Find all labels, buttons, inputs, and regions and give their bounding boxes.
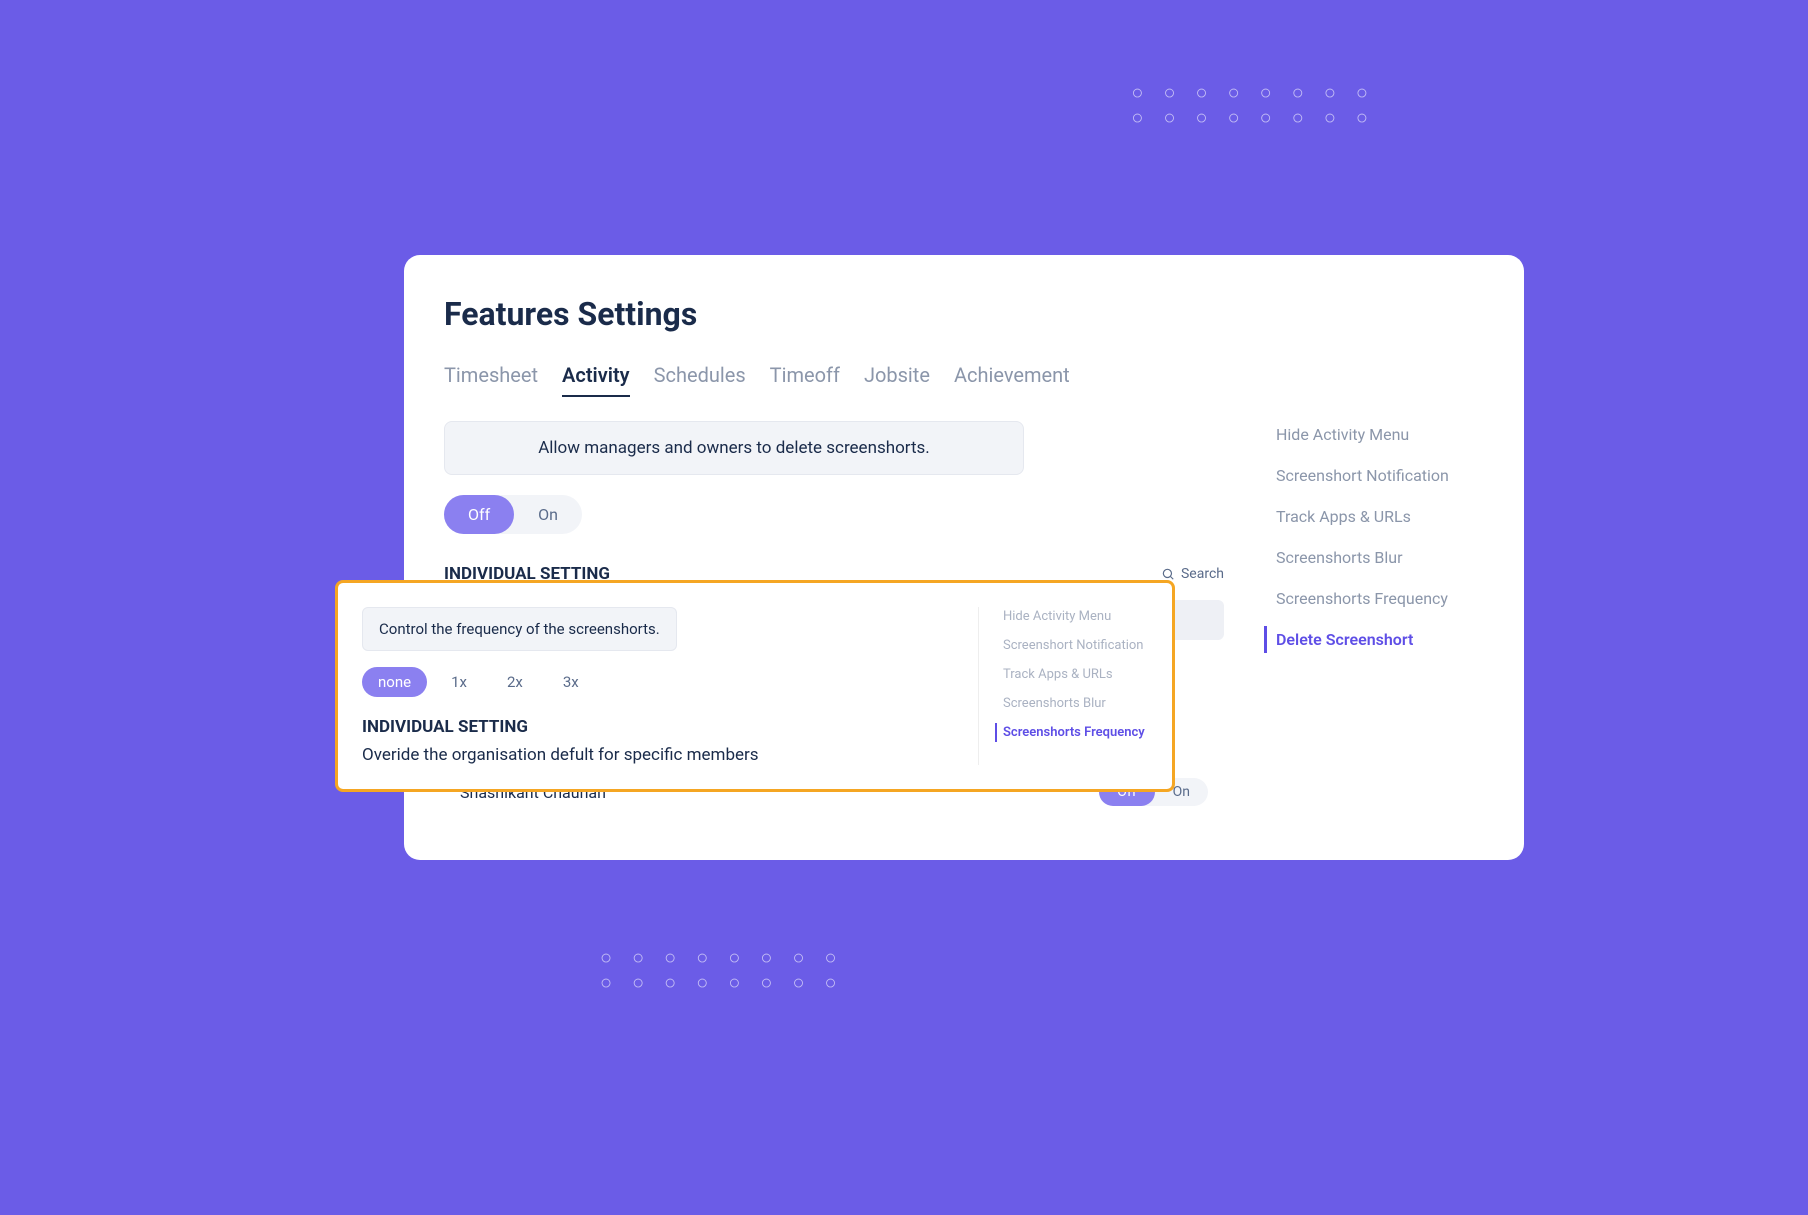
search-label: Search (1181, 566, 1224, 582)
overlay-sidebar-hide-activity[interactable]: Hide Activity Menu (995, 607, 1148, 626)
page-title: Features Settings (444, 295, 1484, 333)
overlay-description: Overide the organisation defult for spec… (362, 745, 946, 765)
frequency-overlay-card: Control the frequency of the screenshort… (335, 580, 1175, 792)
freq-1x-button[interactable]: 1x (435, 667, 483, 697)
sidebar-item-delete-screenshot[interactable]: Delete Screenshort (1264, 626, 1484, 653)
sidebar-item-hide-activity[interactable]: Hide Activity Menu (1264, 421, 1484, 448)
toggle-off-button[interactable]: Off (444, 495, 514, 534)
freq-2x-button[interactable]: 2x (491, 667, 539, 697)
sidebar-item-screenshots-frequency[interactable]: Screenshorts Frequency (1264, 585, 1484, 612)
toggle-on-button[interactable]: On (514, 495, 582, 534)
overlay-sidebar-frequency[interactable]: Screenshorts Frequency (995, 723, 1148, 742)
sidebar-item-track-apps[interactable]: Track Apps & URLs (1264, 503, 1484, 530)
overlay-info-banner: Control the frequency of the screenshort… (362, 607, 677, 651)
search-group[interactable]: Search (1161, 566, 1224, 582)
decorative-dots-bottom: ○○○○○○○○○○○○○○○○ (600, 945, 857, 995)
main-toggle-group: Off On (444, 495, 582, 534)
decorative-dots-top: ○○○○○○○○○○○○○○○○ (1131, 80, 1388, 130)
tab-timesheet[interactable]: Timesheet (444, 363, 538, 397)
frequency-options: none 1x 2x 3x (362, 667, 946, 697)
sidebar-item-screenshots-blur[interactable]: Screenshorts Blur (1264, 544, 1484, 571)
overlay-sidebar-blur[interactable]: Screenshorts Blur (995, 694, 1148, 713)
search-icon (1161, 567, 1175, 581)
settings-sidebar: Hide Activity Menu Screenshort Notificat… (1264, 421, 1484, 820)
tab-jobsite[interactable]: Jobsite (864, 363, 930, 397)
freq-3x-button[interactable]: 3x (547, 667, 595, 697)
overlay-sidebar-notification[interactable]: Screenshort Notification (995, 636, 1148, 655)
tab-achievement[interactable]: Achievement (954, 363, 1070, 397)
overlay-sidebar: Hide Activity Menu Screenshort Notificat… (978, 607, 1148, 765)
sidebar-item-screenshot-notification[interactable]: Screenshort Notification (1264, 462, 1484, 489)
info-banner: Allow managers and owners to delete scre… (444, 421, 1024, 475)
overlay-heading: INDIVIDUAL SETTING (362, 717, 946, 737)
freq-none-button[interactable]: none (362, 667, 427, 697)
overlay-sidebar-track-apps[interactable]: Track Apps & URLs (995, 665, 1148, 684)
tab-timeoff[interactable]: Timeoff (770, 363, 840, 397)
tabs-nav: Timesheet Activity Schedules Timeoff Job… (444, 363, 1484, 397)
tab-activity[interactable]: Activity (562, 363, 630, 397)
tab-schedules[interactable]: Schedules (654, 363, 746, 397)
